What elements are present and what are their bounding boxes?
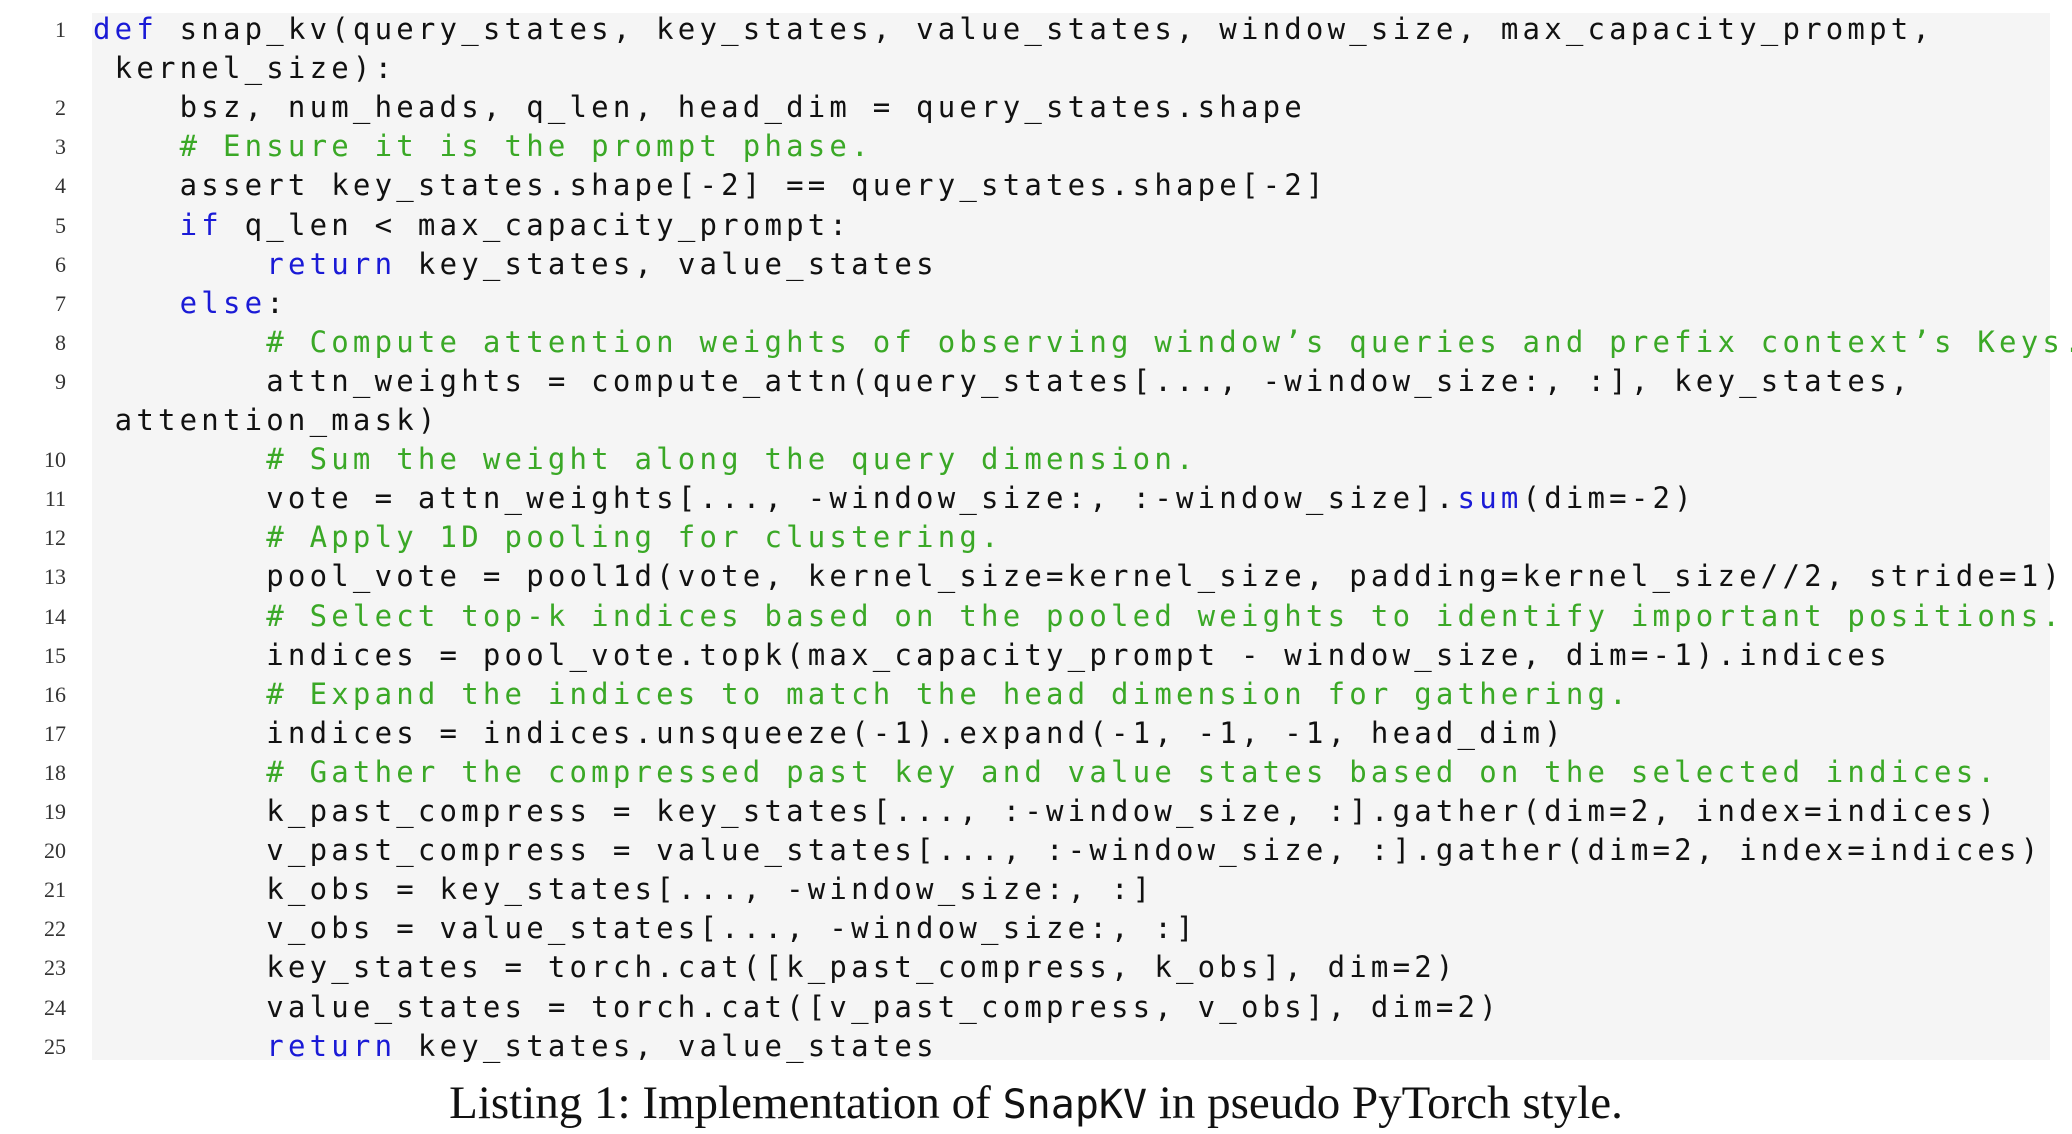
code-line: attention_mask) [93, 401, 440, 440]
code-line: v_past_compress = value_states[..., :-wi… [93, 831, 2042, 870]
line-number: 21 [44, 877, 66, 903]
code-text: q_len < max_capacity_prompt: [222, 207, 852, 242]
code-line: assert key_states.shape[-2] == query_sta… [93, 166, 1328, 205]
code-line: v_obs = value_states[..., -window_size:,… [93, 909, 1198, 948]
code-line: key_states = torch.cat([k_past_compress,… [93, 948, 1458, 987]
line-number: 2 [55, 95, 66, 121]
code-keyword: return [266, 246, 397, 281]
line-number: 4 [55, 173, 66, 199]
line-number: 11 [44, 486, 66, 512]
code-text: v_past_compress = value_states[..., :-wi… [93, 833, 2043, 868]
code-line: bsz, num_heads, q_len, head_dim = query_… [93, 88, 1306, 127]
line-number: 9 [55, 368, 66, 394]
line-number: 10 [44, 447, 66, 473]
code-text: attn_weights = compute_attn(query_states… [93, 363, 1913, 398]
line-number: 13 [44, 564, 66, 590]
code-text: indices = pool_vote.topk(max_capacity_pr… [93, 637, 1891, 672]
code-text: assert key_states.shape[-2] == query_sta… [93, 168, 1328, 203]
line-number: 25 [44, 1033, 66, 1059]
code-line: return key_states, value_states [93, 245, 938, 284]
line-number: 5 [55, 212, 66, 238]
line-number: 6 [55, 251, 66, 277]
line-number: 15 [44, 642, 66, 668]
line-number: 16 [44, 681, 66, 707]
code-text: kernel_size): [93, 51, 397, 86]
code-text: : [266, 285, 288, 320]
code-comment: # Select top-k indices based on the pool… [93, 598, 2065, 633]
line-number: 1 [55, 17, 66, 42]
code-line: kernel_size): [93, 49, 396, 88]
code-line: # Select top-k indices based on the pool… [93, 597, 2064, 636]
code-text: bsz, num_heads, q_len, head_dim = query_… [93, 90, 1306, 125]
code-text: value_states = torch.cat([v_past_compres… [93, 989, 1501, 1024]
code-line: value_states = torch.cat([v_past_compres… [93, 988, 1501, 1027]
code-line: else: [93, 284, 288, 323]
code-text: k_obs = key_states[..., -window_size:, :… [93, 872, 1155, 907]
code-text: attention_mask) [93, 403, 440, 437]
code-text: key_states = torch.cat([k_past_compress,… [93, 950, 1458, 985]
line-number: 22 [44, 916, 66, 942]
code-line: k_obs = key_states[..., -window_size:, :… [93, 870, 1154, 909]
code-line: # Gather the compressed past key and val… [93, 753, 1999, 792]
line-number: 23 [44, 955, 66, 981]
code-keyword: else [179, 285, 267, 320]
code-line: indices = indices.unsqueeze(-1).expand(-… [93, 714, 1566, 753]
code-keyword: sum [1457, 481, 1523, 516]
caption-suffix: in pseudo PyTorch style. [1147, 1077, 1623, 1129]
line-number: 12 [44, 525, 66, 551]
code-text: k_past_compress = key_states[..., :-wind… [93, 794, 2000, 828]
code-text: vote = attn_weights[..., -window_size:, … [93, 481, 1458, 516]
code-keyword: if [179, 207, 223, 242]
code-comment: # Sum the weight along the query dimensi… [93, 442, 1198, 477]
line-number-gutter: 1 2 3 4 5 6 7 8 9 10 11 12 13 14 15 16 17 18 19 20 21 22 23 24 2… [0, 0, 70, 1060]
code-line: if q_len < max_capacity_prompt: [93, 206, 851, 245]
code-keyword: def [93, 12, 158, 46]
line-number: 14 [44, 603, 66, 629]
line-number: 19 [44, 799, 66, 824]
code-line: # Apply 1D pooling for clustering. [93, 518, 1003, 557]
code-text: key_states, value_states [396, 246, 938, 281]
line-number: 20 [44, 838, 66, 864]
line-number: 8 [55, 329, 66, 355]
code-line: k_past_compress = key_states[..., :-wind… [93, 792, 1999, 831]
code-comment: # Gather the compressed past key and val… [93, 754, 2000, 789]
code-line: pool_vote = pool1d(vote, kernel_size=ker… [93, 557, 2064, 596]
code-line: return key_states, value_states [93, 1027, 938, 1066]
code-line: attn_weights = compute_attn(query_states… [93, 362, 1912, 401]
listing-caption: Listing 1: Implementation of SnapKV in p… [0, 1075, 2072, 1133]
line-number: 18 [44, 759, 66, 785]
code-line: # Sum the weight along the query dimensi… [93, 440, 1198, 479]
code-text: indices = indices.unsqueeze(-1).expand(-… [93, 715, 1566, 750]
code-text: (dim=-2) [1522, 481, 1696, 516]
caption-prefix: Listing 1: Implementation of [449, 1077, 1003, 1129]
code-keyword: return [266, 1028, 397, 1063]
code-line: vote = attn_weights[..., -window_size:, … [93, 479, 1696, 518]
line-number: 3 [55, 134, 66, 160]
line-number: 17 [44, 720, 66, 746]
code-line: # Compute attention weights of observing… [93, 323, 2072, 362]
code-text: snap_kv(query_states, key_states, value_… [157, 12, 1935, 46]
code-line: # Expand the indices to match the head d… [93, 675, 1631, 714]
caption-code-name: SnapKV [1002, 1082, 1148, 1128]
code-text: v_obs = value_states[..., -window_size:,… [93, 911, 1198, 946]
code-text: key_states, value_states [396, 1028, 938, 1063]
code-line: def snap_kv(query_states, key_states, va… [93, 10, 1934, 49]
code-line: # Ensure it is the prompt phase. [93, 127, 873, 166]
code-line: indices = pool_vote.topk(max_capacity_pr… [93, 636, 1891, 675]
code-comment: # Compute attention weights of observing… [93, 324, 2072, 359]
code-text: pool_vote = pool1d(vote, kernel_size=ker… [93, 559, 2065, 594]
code-comment: # Ensure it is the prompt phase. [93, 129, 873, 164]
code-comment: # Expand the indices to match the head d… [93, 676, 1631, 711]
line-number: 7 [55, 290, 66, 316]
code-comment: # Apply 1D pooling for clustering. [93, 520, 1003, 555]
line-number: 24 [44, 994, 66, 1020]
